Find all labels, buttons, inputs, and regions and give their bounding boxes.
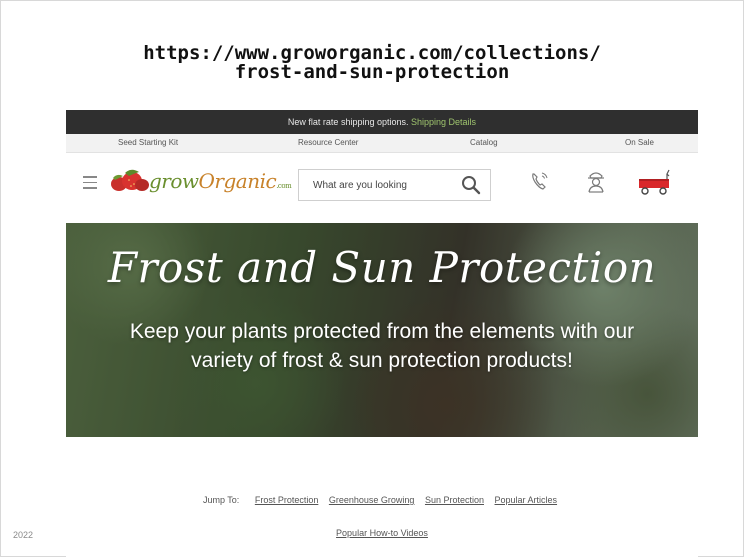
announcement-text: New flat rate shipping options. (287, 117, 409, 127)
search-input[interactable] (299, 170, 449, 200)
topnav-on-sale[interactable]: On Sale (625, 134, 654, 152)
logo-wordmark: growOrganic.com (149, 169, 292, 193)
slide-url-title: https://www.groworganic.com/collections/… (1, 44, 743, 82)
phone-icon[interactable] (524, 164, 556, 198)
jump-link-popular-how-to-videos[interactable]: Popular How-to Videos (336, 528, 428, 538)
account-icon[interactable] (580, 164, 612, 198)
cart-wagon-icon[interactable] (634, 164, 674, 198)
jump-link-sun-protection[interactable]: Sun Protection (425, 495, 484, 505)
website-screenshot: New flat rate shipping options. Shipping… (66, 110, 698, 558)
topnav-catalog[interactable]: Catalog (470, 134, 498, 152)
grow-organic-logo[interactable]: growOrganic.com (109, 167, 292, 199)
search-box (298, 169, 491, 201)
jump-link-frost-protection[interactable]: Frost Protection (255, 495, 319, 505)
shipping-details-link[interactable]: Shipping Details (411, 117, 476, 127)
hero-subtitle-line-2: variety of frost & sun protection produc… (191, 349, 573, 372)
presentation-slide: https://www.groworganic.com/collections/… (0, 0, 744, 558)
strawberry-logo-icon (111, 169, 149, 191)
site-header: growOrganic.com (66, 153, 698, 223)
hero-title: Frost and Sun Protection (107, 243, 657, 292)
hero-banner: Frost and Sun Protection Keep your plant… (66, 223, 698, 437)
topnav-seed-starting-kit[interactable]: Seed Starting Kit (118, 134, 178, 152)
url-line-2: frost-and-sun-protection (234, 61, 510, 83)
logo-part-organic: Organic (198, 169, 277, 193)
hero-subtitle-line-1: Keep your plants protected from the elem… (129, 320, 635, 343)
topnav-resource-center[interactable]: Resource Center (298, 134, 358, 152)
logo-part-grow: grow (149, 169, 199, 193)
slide-footer-year: 2022 (13, 530, 34, 540)
hero-subtitle: Keep your plants protected from the elem… (66, 317, 698, 375)
logo-suffix: .com (276, 182, 292, 190)
search-icon[interactable] (460, 175, 482, 195)
menu-icon[interactable] (83, 176, 97, 189)
jump-link-greenhouse-growing[interactable]: Greenhouse Growing (329, 495, 415, 505)
jump-to-nav: Jump To: Frost Protection Greenhouse Gro… (66, 495, 698, 505)
top-nav: Seed Starting Kit Resource Center Catalo… (66, 134, 698, 153)
announcement-bar: New flat rate shipping options. Shipping… (66, 110, 698, 134)
jump-to-label: Jump To: (202, 495, 240, 505)
jump-to-nav-row-2: Popular How-to Videos (66, 528, 698, 538)
jump-link-popular-articles[interactable]: Popular Articles (495, 495, 558, 505)
